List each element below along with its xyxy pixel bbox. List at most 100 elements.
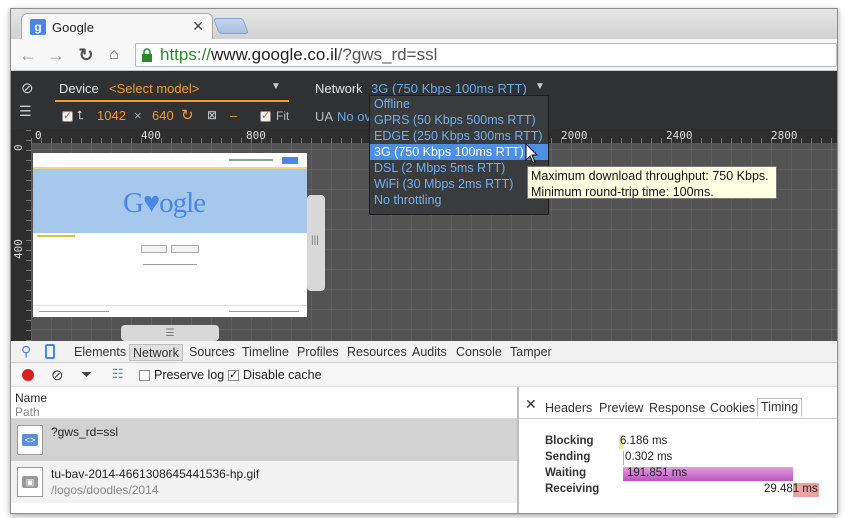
emulated-screen: G♥ogle — [33, 153, 307, 317]
tab-audits[interactable]: Audits — [412, 345, 447, 359]
inspect-icon[interactable]: ⚲ — [21, 343, 31, 360]
disable-emulation-icon[interactable]: ⊘ — [21, 79, 34, 97]
tab-cookies[interactable]: Cookies — [710, 401, 755, 415]
image-file-icon: ▣ — [17, 467, 43, 497]
request-row[interactable]: ▣ tu-bav-2014-4661308645441536-hp.gif /l… — [11, 461, 517, 503]
filter-icon[interactable]: ⏷ — [81, 366, 92, 383]
column-path[interactable]: Path — [15, 405, 40, 419]
timing-value-sending: 0.302 ms — [625, 451, 673, 463]
new-tab-button[interactable] — [213, 18, 249, 34]
tab-response[interactable]: Response — [649, 401, 705, 415]
tab-timeline[interactable]: Timeline — [242, 345, 289, 359]
url-scheme: https:// — [160, 45, 212, 64]
url-text: https://www.google.co.il/?gws_rd=ssl — [160, 45, 437, 65]
tooltip-line-throughput: Maximum download throughput: 750 Kbps. — [531, 169, 769, 183]
device-select[interactable]: <Select model> — [109, 81, 199, 96]
ruler-tick: 800 — [246, 129, 266, 142]
network-option-gprs[interactable]: GPRS (50 Kbps 500ms RTT) — [370, 112, 548, 128]
forward-button[interactable]: → — [45, 44, 67, 66]
disable-cache-checkbox[interactable] — [228, 368, 239, 381]
url-host: www.google.co.il — [211, 45, 338, 64]
clear-icon[interactable]: ⊘ — [51, 366, 64, 384]
request-row[interactable]: <> ?gws_rd=ssl — [11, 419, 517, 461]
close-tab-icon[interactable]: ✕ — [192, 18, 204, 35]
tab-sources[interactable]: Sources — [189, 345, 235, 359]
width-input[interactable]: 1042 — [97, 108, 126, 123]
request-detail: ✕ Headers Preview Response Cookies Timin… — [519, 387, 837, 513]
home-button[interactable]: ⌂ — [103, 44, 125, 66]
ruler-tick: 400 — [12, 239, 25, 259]
fit-checkbox[interactable] — [260, 109, 271, 122]
tab-timing[interactable]: Timing — [757, 398, 803, 417]
footer-divider — [33, 305, 307, 306]
timing-value-receiving: 29.481 ms — [764, 483, 818, 495]
ruler-tick: 0 — [35, 129, 42, 142]
timing-label-sending: Sending — [545, 451, 591, 463]
tab-elements[interactable]: Elements — [74, 345, 126, 359]
disable-cache-label: Disable cache — [243, 368, 322, 382]
reload-button[interactable]: ↻ — [75, 44, 97, 66]
dpr-input[interactable]: – — [230, 108, 237, 123]
ua-value[interactable]: No ov — [337, 109, 371, 124]
network-dropdown: Offline GPRS (50 Kbps 500ms RTT) EDGE (2… — [369, 95, 549, 215]
lucky-button — [171, 245, 199, 253]
list-view-icon[interactable]: ☷ — [112, 366, 124, 382]
footer-links-left — [39, 311, 109, 312]
timing-label-receiving: Receiving — [545, 483, 600, 495]
close-detail-icon[interactable]: ✕ — [525, 396, 537, 413]
resize-icon: ⮤ — [77, 108, 85, 122]
network-option-no-throttling[interactable]: No throttling — [370, 192, 548, 208]
column-name[interactable]: Name — [15, 391, 47, 405]
network-option-3g[interactable]: 3G (750 Kbps 100ms RTT) — [370, 144, 548, 160]
tab-preview[interactable]: Preview — [599, 401, 643, 415]
detail-tabbar: ✕ Headers Preview Response Cookies Timin… — [519, 387, 837, 419]
drawer-toggle-icon[interactable]: ☰ — [19, 103, 32, 120]
back-button[interactable]: ← — [17, 44, 39, 66]
browser-tab[interactable]: g Google ✕ — [21, 13, 213, 39]
swap-dimensions-icon[interactable]: ↻ — [181, 106, 194, 124]
ua-label: UA — [315, 109, 334, 124]
footer-links-right — [229, 311, 299, 312]
lock-icon — [142, 48, 152, 62]
document-file-icon: <> — [17, 425, 43, 455]
network-toolbar: ⊘ ⏷ ☷ Preserve log Disable cache — [11, 363, 837, 387]
tab-resources[interactable]: Resources — [347, 345, 407, 359]
devtools-tabbar: ⚲ Elements Network Sources Timeline Prof… — [11, 341, 837, 363]
emulate-resolution-checkbox[interactable] — [62, 109, 73, 122]
preserve-log-checkbox[interactable] — [139, 370, 150, 381]
device-mode-icon[interactable] — [45, 344, 55, 359]
tab-headers[interactable]: Headers — [545, 401, 592, 415]
resize-handle-bottom[interactable]: ☰ — [121, 325, 219, 341]
network-select[interactable]: 3G (750 Kbps 100ms RTT) — [371, 81, 527, 96]
tab-title: Google — [52, 20, 94, 35]
height-input[interactable]: 640 — [152, 108, 174, 123]
timing-label-blocking: Blocking — [545, 435, 594, 447]
resize-handle-right[interactable]: ||| — [307, 195, 325, 291]
tab-console[interactable]: Console — [456, 345, 502, 359]
fit-label: Fit — [276, 109, 290, 123]
tab-profiles[interactable]: Profiles — [297, 345, 339, 359]
mouse-cursor-icon — [525, 143, 539, 164]
timing-bar-sending — [623, 451, 624, 465]
request-name: ?gws_rd=ssl — [51, 425, 119, 439]
network-option-offline[interactable]: Offline — [370, 96, 548, 112]
tab-strip: g Google ✕ — [11, 9, 837, 39]
tab-network[interactable]: Network — [129, 344, 183, 361]
address-bar[interactable]: https://www.google.co.il/?gws_rd=ssl — [135, 43, 837, 67]
network-option-edge[interactable]: EDGE (250 Kbps 300ms RTT) — [370, 128, 548, 144]
ruler-tick: 2000 — [561, 129, 588, 142]
device-label: Device — [59, 81, 99, 96]
doodle-area: G♥ogle — [33, 169, 307, 233]
ruler-left: 0 400 — [11, 129, 31, 341]
device-underline — [55, 100, 289, 102]
network-option-dsl[interactable]: DSL (2 Mbps 5ms RTT) — [370, 160, 548, 176]
language-line — [143, 264, 197, 265]
record-button[interactable] — [22, 369, 34, 381]
ruler-tick: 2400 — [666, 129, 693, 142]
network-option-wifi[interactable]: WiFi (30 Mbps 2ms RTT) — [370, 176, 548, 192]
ruler-tick: 2800 — [771, 129, 798, 142]
tab-tamper[interactable]: Tamper — [510, 345, 552, 359]
network-label: Network — [315, 81, 363, 96]
devtools-panel: ⚲ Elements Network Sources Timeline Prof… — [11, 341, 837, 513]
timing-value-waiting: 191.851 ms — [627, 467, 688, 479]
